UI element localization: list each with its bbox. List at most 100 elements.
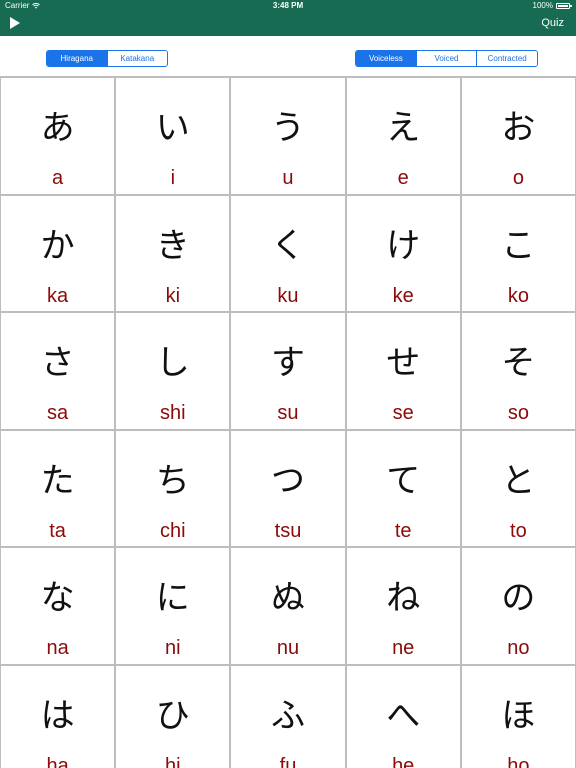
kana-cell[interactable]: せ se [346,313,460,429]
kana-character: し [155,343,190,383]
romaji-label: o [512,167,524,189]
kana-character: そ [501,343,536,383]
kana-character: は [40,695,75,736]
romaji-label: sa [47,402,69,424]
kana-cell[interactable]: つ tsu [231,430,345,546]
kana-cell[interactable]: は ha [1,665,115,768]
segment-voiceless[interactable]: Voiceless [356,51,416,66]
kana-character: う [270,108,305,148]
battery-percent: 100% [532,1,553,10]
status-bar: Carrier 3:48 PM 100% [0,0,576,12]
kana-character: ほ [501,695,536,736]
kana-character: ひ [155,695,190,736]
kana-cell[interactable]: す su [231,313,345,429]
kana-character: の [501,578,536,618]
kana-character: へ [386,695,421,736]
romaji-label: to [510,519,527,542]
kana-character: か [40,225,75,266]
kana-cell[interactable]: いi [116,78,230,194]
segment-voiced[interactable]: Voiced [415,51,477,66]
kana-character: き [155,225,190,266]
kana-character: い [155,108,190,148]
romaji-label: ni [165,637,181,659]
romaji-label: i [170,167,176,189]
romaji-label: tsu [274,519,302,542]
kana-cell[interactable]: ほ ho [461,665,575,768]
kana-character: つ [270,460,305,501]
segment-contracted[interactable]: Contracted [476,51,537,66]
kana-cell[interactable]: き ki [116,195,230,311]
kana-character: け [386,225,421,266]
kana-cell[interactable]: の no [461,548,575,664]
kana-character: ね [386,578,421,618]
kana-character: ぬ [270,578,305,618]
kana-cell[interactable]: さ sa [1,313,115,429]
romaji-label: ki [165,284,181,307]
romaji-label: ta [49,519,66,542]
kana-cell[interactable]: おo [461,78,575,194]
kana-cell[interactable]: ち chi [116,430,230,546]
romaji-label: su [277,402,299,424]
play-button[interactable] [8,16,22,30]
romaji-label: se [392,402,414,424]
kana-character: た [40,460,75,501]
romaji-label: no [507,637,530,659]
sound-selector: Voiceless Voiced Contracted [355,50,538,67]
kana-cell[interactable]: えe [346,78,460,194]
romaji-label: ne [392,637,415,659]
segment-hiragana[interactable]: Hiragana [47,51,107,66]
romaji-label: ka [47,284,69,307]
kana-character: て [386,460,421,501]
kana-character: す [270,343,305,383]
kana-character: せ [386,343,421,383]
kana-character: ふ [270,695,305,736]
app-header: Carrier 3:48 PM 100% Quiz [0,0,576,36]
romaji-label: hi [165,754,181,768]
kana-cell[interactable]: そ so [461,313,575,429]
kana-cell[interactable]: か ka [1,195,115,311]
kana-character: え [386,108,421,148]
kana-cell[interactable]: し shi [116,313,230,429]
kana-cell[interactable]: うu [231,78,345,194]
romaji-label: he [392,754,415,768]
romaji-label: ho [507,754,530,768]
kana-cell[interactable]: ぬ nu [231,548,345,664]
kana-character: と [501,460,536,501]
kana-cell[interactable]: な na [1,548,115,664]
script-selector: Hiragana Katakana [46,50,168,67]
romaji-label: e [397,167,409,189]
kana-cell[interactable]: あa [1,78,115,194]
romaji-label: so [507,402,529,424]
kana-cell[interactable]: く ku [231,195,345,311]
kana-cell[interactable]: ひ hi [116,665,230,768]
kana-cell[interactable]: へ he [346,665,460,768]
kana-cell[interactable]: と to [461,430,575,546]
kana-cell[interactable]: ね ne [346,548,460,664]
kana-grid: あ a い i う u え e お o か ka き ki く ku け ke こ ko さ sa し shi す su せ se そ s… [0,76,576,768]
kana-cell[interactable]: て te [346,430,460,546]
romaji-label: ha [46,754,69,768]
kana-character: く [270,225,305,266]
status-time: 3:48 PM [272,1,304,10]
romaji-label: fu [279,754,297,768]
kana-cell[interactable]: ふ fu [231,665,345,768]
romaji-label: ku [277,284,299,307]
kana-character: な [40,578,75,618]
kana-character: さ [40,343,75,383]
kana-character: あ [40,108,75,148]
romaji-label: chi [160,519,186,542]
play-icon [10,17,20,29]
kana-cell[interactable]: に ni [116,548,230,664]
battery-icon [556,3,572,9]
romaji-label: te [394,519,412,542]
romaji-label: na [46,637,69,659]
kana-character: に [155,578,190,618]
kana-cell[interactable]: た ta [1,430,115,546]
quiz-button[interactable]: Quiz [541,17,564,29]
battery-info: 100% [532,0,572,12]
romaji-label: a [52,167,64,189]
kana-cell[interactable]: け ke [346,195,460,311]
segment-katakana[interactable]: Katakana [106,51,167,66]
romaji-label: shi [160,402,186,424]
kana-cell[interactable]: こ ko [461,195,575,311]
